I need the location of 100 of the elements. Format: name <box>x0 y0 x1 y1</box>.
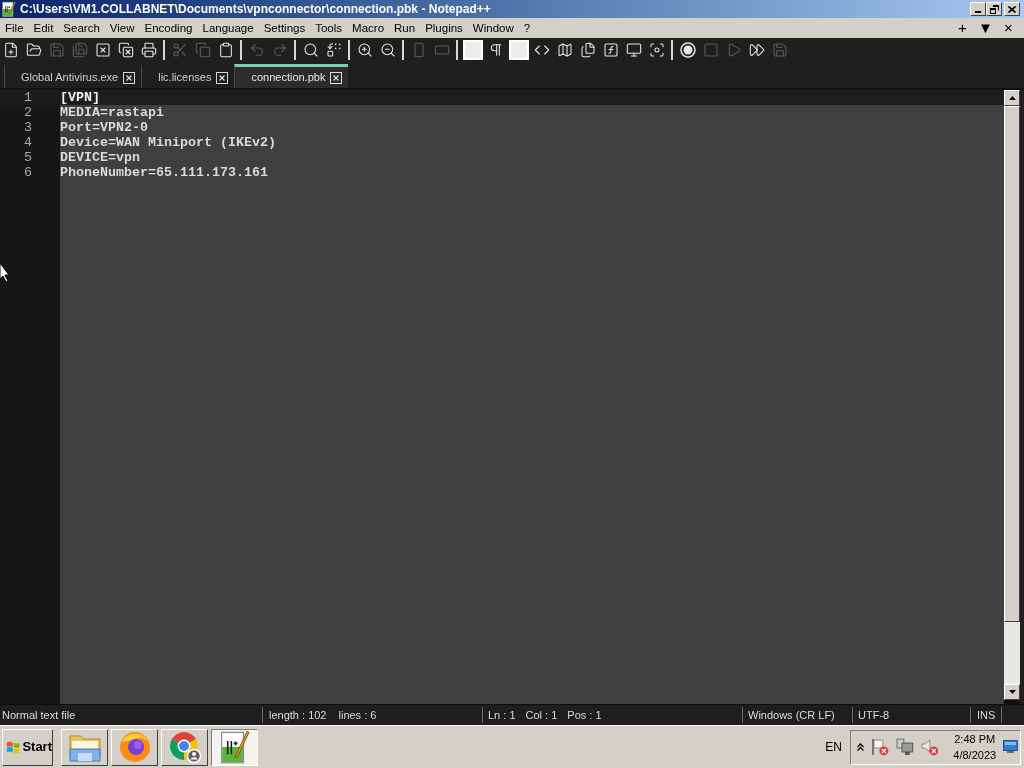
flag-alert-icon[interactable] <box>870 738 889 756</box>
line-number: 1 <box>24 90 32 105</box>
save-icon <box>48 42 65 58</box>
redo-icon <box>271 42 288 58</box>
app-icon <box>2 1 16 17</box>
orb-logo-icon <box>117 730 152 764</box>
menu-item[interactable]: Run <box>390 19 420 37</box>
undo-icon <box>248 42 265 58</box>
network-icon[interactable] <box>895 738 914 756</box>
vertical-scrollbar[interactable] <box>1004 90 1020 700</box>
restore-icon <box>989 4 999 14</box>
copy-icon <box>194 42 211 58</box>
menu-item[interactable]: ? <box>519 19 535 37</box>
horizontal-rectangle-icon <box>433 42 450 58</box>
close-icon <box>216 71 229 84</box>
mouse-pointer-icon <box>0 263 9 283</box>
start-button[interactable]: Start <box>2 728 53 766</box>
menu-item[interactable]: Search <box>59 19 104 37</box>
taskbar-button[interactable] <box>211 728 258 766</box>
line-number: 3 <box>24 120 32 135</box>
chevron-up-icon[interactable] <box>857 743 864 751</box>
code-line: Device=WAN Miniport (IKEv2) <box>60 135 277 150</box>
scroll-up-button[interactable] <box>1004 90 1020 106</box>
stop-icon <box>702 42 719 58</box>
ring-logo-icon <box>167 730 202 764</box>
scroll-down-button[interactable] <box>1004 684 1020 700</box>
close-all-icon <box>117 42 134 58</box>
line-number: 6 <box>24 165 32 180</box>
up-arrow-icon <box>1008 96 1016 100</box>
status-text: Pos : 1 <box>567 707 602 723</box>
menu-item[interactable]: File <box>1 19 28 37</box>
save-all-icon <box>71 42 88 58</box>
menu-item[interactable]: Edit <box>29 19 58 37</box>
code-line: MEDIA=rastapi <box>60 105 165 120</box>
line-number: 5 <box>24 150 32 165</box>
menu-item[interactable]: Encoding <box>140 19 197 37</box>
clipboard-icon <box>217 42 234 58</box>
menu-item[interactable]: Window <box>468 19 518 37</box>
close-button[interactable] <box>1004 2 1020 16</box>
notepad-icon <box>219 730 250 764</box>
tab-close-button[interactable] <box>216 71 229 84</box>
tab-label: lic.licenses <box>158 70 212 86</box>
search-icon <box>302 42 319 58</box>
menu-item[interactable]: Language <box>198 19 258 37</box>
line-number: 4 <box>24 135 32 150</box>
minimize-button[interactable] <box>970 2 986 16</box>
zoom-in-icon <box>356 42 373 58</box>
close-icon <box>94 42 111 58</box>
printer-icon <box>140 42 157 58</box>
status-text: INS <box>977 708 996 721</box>
down-arrow-icon <box>1008 690 1016 694</box>
status-text: Col : 1 <box>525 707 558 723</box>
menu-item[interactable]: Settings <box>259 19 310 37</box>
scissors-icon <box>171 42 188 58</box>
monitor-icon <box>625 42 642 58</box>
restore-button[interactable] <box>986 2 1002 16</box>
tab-close-button[interactable] <box>330 71 343 84</box>
menu-item[interactable]: Plugins <box>421 19 467 37</box>
new-file-icon <box>2 42 19 58</box>
clock-time: 2:48 PM <box>954 732 996 747</box>
document-tab[interactable]: connection.pbk <box>234 64 349 88</box>
window-title: C:\Users\VM1.COLLABNET\Documents\vpnconnector\connection.pbk - Notepad++ <box>20 1 491 18</box>
replace-icon <box>325 42 342 58</box>
status-text: length : 102 <box>269 707 327 723</box>
files-icon <box>579 42 596 58</box>
status-text: Ln : 1 <box>488 707 516 723</box>
status-text: Normal text file <box>2 708 76 721</box>
menu-bar-control[interactable]: + <box>951 19 974 37</box>
code-icon <box>533 42 550 58</box>
map-icon <box>556 42 573 58</box>
code-line: Port=VPN2-0 <box>60 120 149 135</box>
fast-forward-icon <box>748 42 765 58</box>
scroll-thumb[interactable] <box>1004 106 1020 622</box>
status-text: lines : 6 <box>338 707 377 723</box>
menu-item[interactable]: View <box>105 19 139 37</box>
toolbar-button[interactable] <box>507 39 530 61</box>
folder-icon <box>25 42 42 58</box>
code-line: DEVICE=vpn <box>60 150 141 165</box>
focus-icon <box>648 42 665 58</box>
zoom-out-icon <box>379 42 396 58</box>
status-text: UTF-8 <box>858 708 890 721</box>
menu-bar-control[interactable]: ▼ <box>974 19 997 37</box>
code-line: PhoneNumber=65.111.173.161 <box>60 165 269 180</box>
status-text: Windows (CR LF) <box>748 708 835 721</box>
toolbar-button[interactable] <box>461 39 484 61</box>
minimize-icon <box>975 11 981 13</box>
language-indicator: EN <box>825 739 842 756</box>
menu-item[interactable]: Macro <box>348 19 389 37</box>
menu-bar-control[interactable]: × <box>997 19 1020 37</box>
menu-item[interactable]: Tools <box>311 19 347 37</box>
record-icon <box>679 42 696 58</box>
clock-date: 4/8/2023 <box>953 748 997 763</box>
show-desktop-icon[interactable] <box>1003 740 1018 754</box>
speaker-muted-icon[interactable] <box>920 738 939 756</box>
blank-square-icon <box>462 40 483 60</box>
close-icon <box>330 71 343 84</box>
tab-close-button[interactable] <box>123 71 136 84</box>
tab-label: Global Antivirus.exe <box>21 70 119 86</box>
close-icon <box>1008 5 1016 13</box>
save-icon <box>771 42 788 58</box>
